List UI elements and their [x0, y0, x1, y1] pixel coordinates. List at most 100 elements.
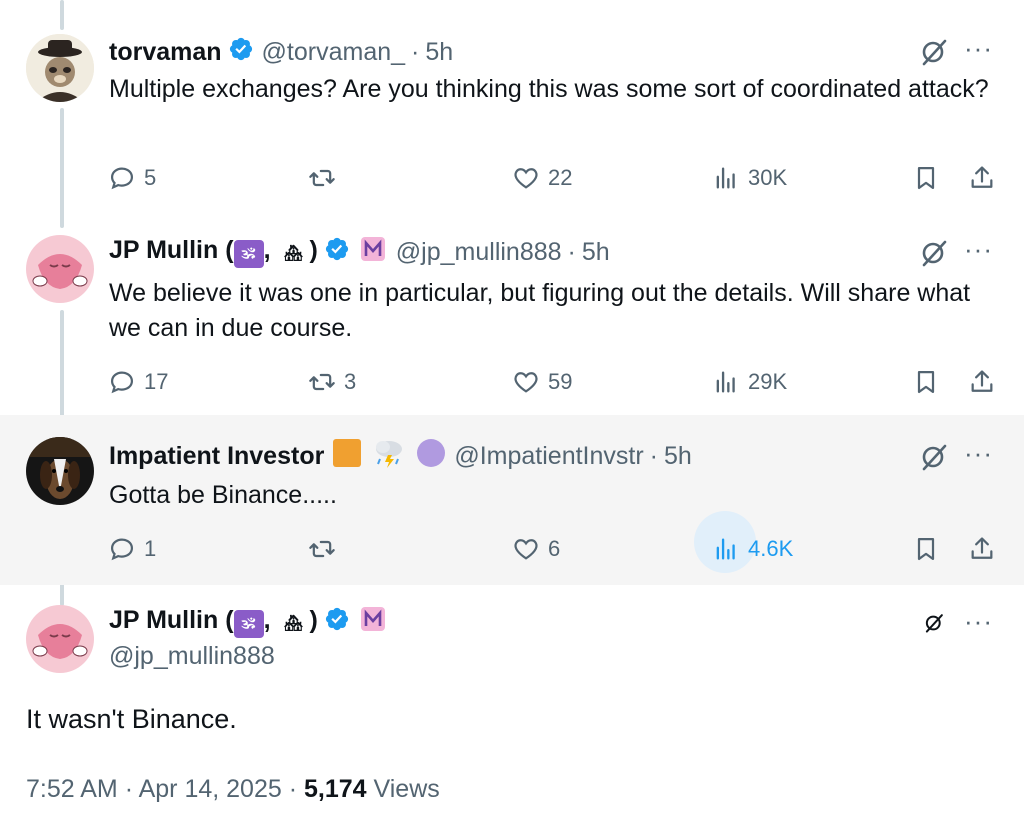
- grok-icon[interactable]: [924, 613, 944, 633]
- tweet-actions: 5 22 30K: [108, 158, 998, 198]
- views-icon: [716, 371, 735, 393]
- share-button[interactable]: [968, 362, 996, 402]
- share-icon: [971, 370, 993, 392]
- repost-icon: [309, 373, 335, 391]
- avatar[interactable]: [26, 437, 94, 505]
- reply-icon: [110, 538, 134, 561]
- views-label: Views: [373, 775, 440, 803]
- views-icon: [716, 167, 735, 189]
- bookmark-button[interactable]: [912, 362, 940, 402]
- author-name[interactable]: JP Mullin (🕉, 🏘): [109, 236, 318, 268]
- like-icon: [514, 539, 538, 560]
- tweet-time[interactable]: 5h: [582, 238, 610, 267]
- share-button[interactable]: [968, 158, 996, 198]
- tweet-actions: 1 6 4.6K: [108, 511, 998, 573]
- tweet-actions: 17 3 59 29K: [108, 362, 998, 402]
- author-name[interactable]: Impatient Investor: [109, 442, 324, 471]
- author-name[interactable]: JP Mullin (🕉, 🏘): [109, 606, 318, 638]
- orange-square-badge-icon: [332, 438, 362, 475]
- more-icon[interactable]: ···: [964, 236, 993, 262]
- like-count: 22: [548, 165, 573, 190]
- repost-button[interactable]: [308, 158, 344, 198]
- tweet-text: Multiple exchanges? Are you thinking thi…: [109, 75, 989, 103]
- like-button[interactable]: 6: [512, 529, 560, 569]
- tweet[interactable]: torvaman @torvaman_ · 5h ··· Multiple ex…: [0, 0, 1024, 215]
- grok-icon[interactable]: [920, 443, 948, 471]
- author-name[interactable]: torvaman: [109, 38, 222, 67]
- more-icon[interactable]: ···: [964, 35, 993, 61]
- tweet-text: We believe it was one in particular, but…: [109, 279, 971, 342]
- views-button[interactable]: 30K: [712, 158, 787, 198]
- repost-button[interactable]: [308, 529, 344, 569]
- reply-icon: [110, 371, 134, 394]
- reply-count: 17: [144, 369, 169, 394]
- share-icon: [971, 537, 993, 559]
- bookmark-icon: [917, 537, 935, 561]
- separator-dot: ·: [649, 441, 658, 470]
- like-button[interactable]: 59: [512, 362, 572, 402]
- author-handle[interactable]: @jp_mullin888: [109, 642, 275, 671]
- bookmark-button[interactable]: [912, 158, 940, 198]
- views-button[interactable]: 4.6K: [694, 511, 794, 573]
- reply-count: 1: [144, 536, 157, 561]
- views-count: 4.6K: [748, 536, 794, 561]
- separator-dot: ·: [411, 37, 420, 66]
- views-button[interactable]: 29K: [712, 362, 787, 402]
- tweet-meta: 7:52 AM · Apr 14, 2025 · 5,174 Views: [26, 775, 440, 804]
- main-tweet-text: It wasn't Binance.: [26, 704, 237, 734]
- avatar[interactable]: [26, 605, 94, 673]
- grok-icon[interactable]: [920, 38, 948, 66]
- repost-count: 3: [344, 369, 357, 394]
- like-button[interactable]: 22: [512, 158, 572, 198]
- reply-button[interactable]: 1: [108, 529, 156, 569]
- author-handle[interactable]: @torvaman_: [262, 38, 406, 67]
- purple-circle-icon: [416, 438, 446, 475]
- like-count: 59: [548, 369, 573, 394]
- views-count[interactable]: 5,174: [304, 775, 367, 803]
- bookmark-button[interactable]: [912, 529, 940, 569]
- author-handle[interactable]: @ImpatientInvstr: [454, 442, 643, 471]
- grok-icon[interactable]: [920, 239, 948, 267]
- repost-button[interactable]: 3: [308, 362, 356, 402]
- bookmark-icon: [917, 370, 935, 394]
- reply-button[interactable]: 5: [108, 158, 156, 198]
- tweet-time[interactable]: 5h: [664, 442, 692, 471]
- tweet[interactable]: JP Mullin (🕉, 🏘) @jp_mullin888 · 5h ··· …: [0, 215, 1024, 415]
- like-count: 6: [548, 536, 561, 561]
- verified-icon[interactable]: [324, 606, 350, 639]
- tweet-time[interactable]: 7:52 AM: [26, 775, 118, 803]
- reply-icon: [110, 167, 134, 190]
- author-handle[interactable]: @jp_mullin888: [396, 238, 562, 267]
- tweet-date[interactable]: Apr 14, 2025: [139, 775, 282, 803]
- tweet[interactable]: Impatient Investor @ImpatientInvstr · 5h…: [0, 415, 1024, 585]
- more-icon[interactable]: ···: [964, 608, 993, 634]
- reply-button[interactable]: 17: [108, 362, 168, 402]
- avatar[interactable]: [26, 34, 94, 102]
- share-button[interactable]: [968, 529, 996, 569]
- affiliate-badge-icon[interactable]: [360, 606, 386, 639]
- separator-dot: ·: [567, 237, 576, 266]
- like-icon: [514, 168, 538, 189]
- houses-emoji: 🏘: [283, 245, 303, 263]
- repost-icon: [309, 540, 335, 558]
- verified-icon[interactable]: [324, 236, 350, 269]
- repost-icon: [309, 169, 335, 187]
- om-emoji: 🕉: [233, 239, 264, 268]
- views-count: 30K: [748, 165, 788, 190]
- om-emoji: 🕉: [233, 609, 264, 638]
- tweet-text: Gotta be Binance.....: [109, 481, 337, 509]
- tweet-time[interactable]: 5h: [425, 38, 453, 67]
- verified-icon[interactable]: [228, 36, 254, 69]
- like-icon: [514, 372, 538, 393]
- more-icon[interactable]: ···: [964, 440, 993, 466]
- bookmark-icon: [917, 166, 935, 190]
- affiliate-badge-icon[interactable]: [360, 236, 386, 269]
- storm-cloud-icon: [372, 437, 406, 476]
- houses-emoji: 🏘: [283, 615, 303, 633]
- reply-count: 5: [144, 165, 157, 190]
- separator-dot: ·: [124, 775, 139, 803]
- views-icon: [716, 538, 735, 560]
- separator-dot: ·: [288, 775, 304, 803]
- views-count: 29K: [748, 369, 788, 394]
- avatar[interactable]: [26, 235, 94, 303]
